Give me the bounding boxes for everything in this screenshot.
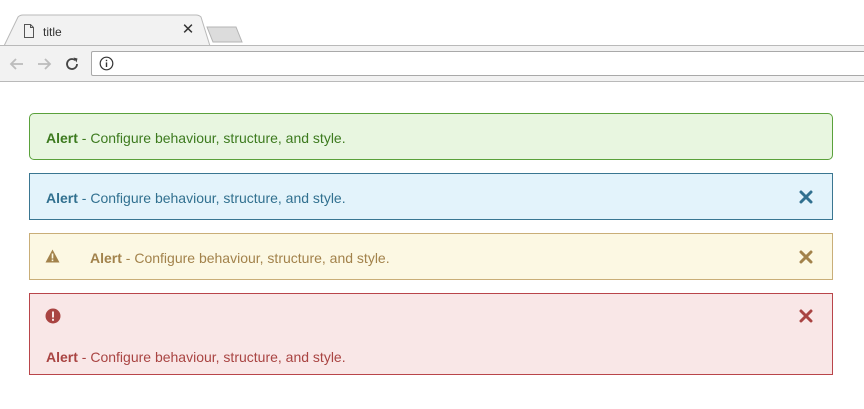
alert-strong: Alert	[46, 130, 78, 146]
alert-strong: Alert	[90, 250, 122, 266]
info-icon[interactable]	[99, 56, 114, 71]
close-icon[interactable]	[799, 250, 813, 264]
tab-close-icon[interactable]: ✕	[181, 22, 195, 38]
reload-icon[interactable]	[62, 54, 82, 74]
alert-strong: Alert	[46, 349, 78, 365]
alert-danger: Alert - Configure behaviour, structure, …	[29, 293, 833, 375]
alert-message: Alert - Configure behaviour, structure, …	[46, 349, 346, 365]
tabstrip-shape	[3, 14, 243, 46]
alert-message: Alert - Configure behaviour, structure, …	[46, 190, 346, 206]
page-icon	[23, 24, 35, 38]
alert-text: - Configure behaviour, structure, and st…	[77, 190, 346, 206]
warning-triangle-icon	[45, 249, 60, 263]
alert-warning: Alert - Configure behaviour, structure, …	[29, 233, 833, 280]
alert-info: Alert - Configure behaviour, structure, …	[29, 173, 833, 220]
alert-text: - Configure behaviour, structure, and st…	[77, 130, 346, 146]
alert-message: Alert - Configure behaviour, structure, …	[46, 130, 346, 146]
browser-tabstrip: title ✕	[0, 0, 864, 46]
close-icon[interactable]	[799, 190, 813, 204]
address-bar[interactable]	[91, 51, 864, 76]
alert-strong: Alert	[46, 190, 78, 206]
alert-text: - Configure behaviour, structure, and st…	[121, 250, 390, 266]
close-icon[interactable]	[799, 309, 813, 323]
new-tab-button[interactable]	[206, 26, 243, 43]
exclamation-circle-icon	[45, 308, 61, 324]
arrow-right-icon[interactable]	[34, 54, 54, 74]
arrow-left-icon[interactable]	[7, 54, 27, 74]
browser-toolbar	[0, 45, 864, 82]
alert-message: Alert - Configure behaviour, structure, …	[90, 250, 390, 266]
alert-text: - Configure behaviour, structure, and st…	[77, 349, 346, 365]
alert-success: Alert - Configure behaviour, structure, …	[29, 113, 833, 160]
tab-title[interactable]: title	[43, 25, 62, 39]
